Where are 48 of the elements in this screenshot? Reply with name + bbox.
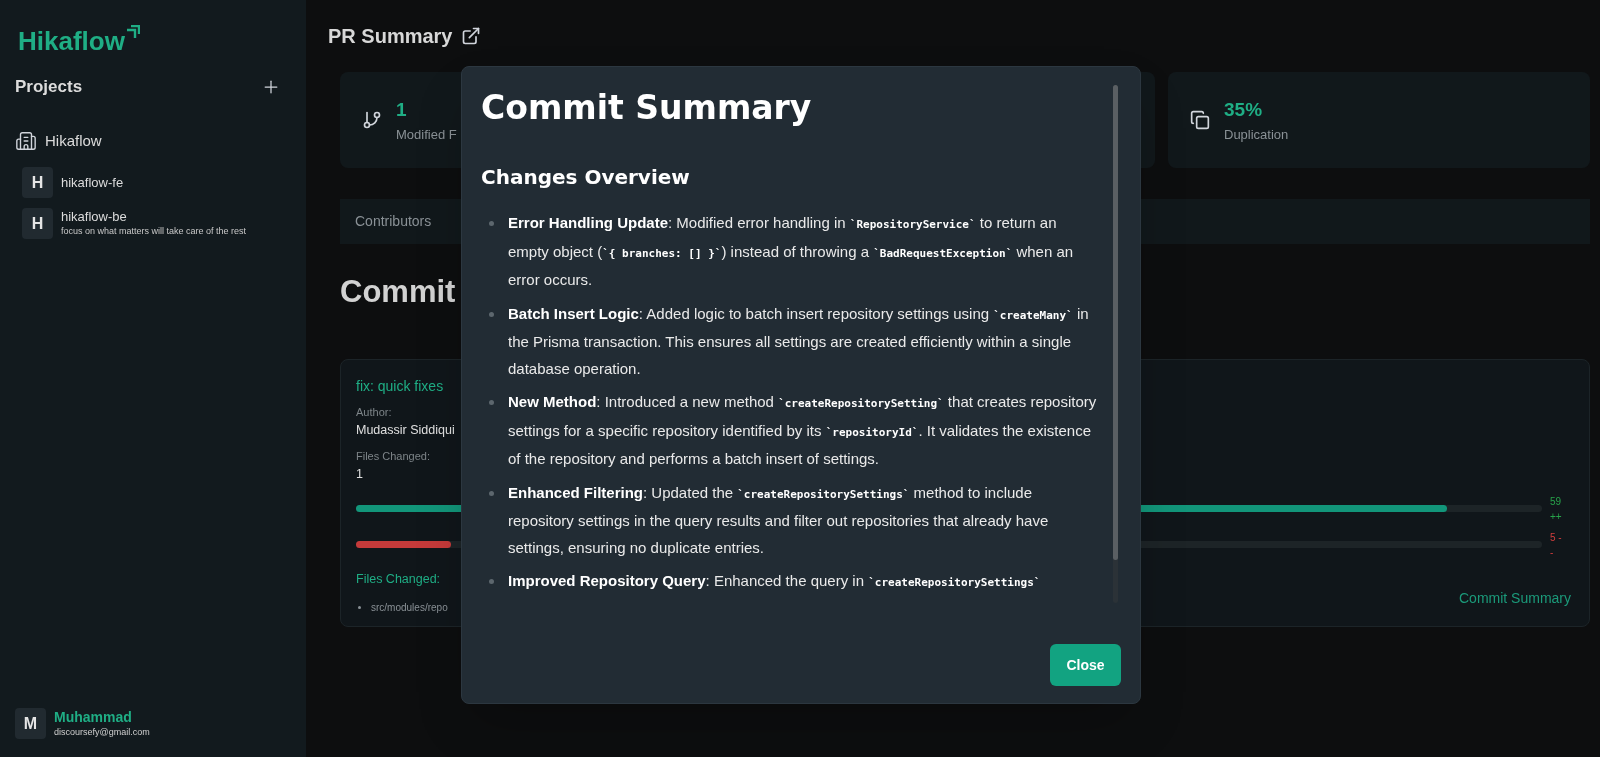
bullet-icon: [489, 311, 494, 317]
change-description: Batch Insert Logic: Added logic to batch insert repository settings using `createMany` in the Prisma transaction. This ensures all settings are created efficiently within a single database operation.: [508, 303, 1090, 379]
repo-name[interactable]: hikaflow-be: [61, 209, 247, 225]
change-count: ++: [1550, 509, 1563, 524]
external-link-icon[interactable]: [460, 26, 481, 46]
commit-summary-link[interactable]: Commit Summary: [1459, 588, 1571, 610]
file-path: src/modules/repo: [371, 601, 448, 616]
repo-name[interactable]: hikaflow-fe: [61, 174, 124, 191]
user-email: discoursefy@gmail.com: [54, 725, 150, 739]
tab[interactable]: Contributors: [355, 211, 432, 232]
user-name: Muhammad: [54, 708, 133, 726]
change-description: New Method: Introduced a new method `createRepositorySetting` that creates repository settings for a specific repository identified by its `repositoryId`. It validates the existence of the repository and performs a batch insert of settings.: [508, 392, 1098, 469]
building-icon: [15, 129, 37, 152]
change-count: -: [1550, 545, 1555, 560]
bullet-icon: [489, 490, 494, 496]
dialog-heading: Changes Overview: [481, 164, 691, 191]
repo-avatar: H: [22, 167, 53, 198]
author-label: Author:: [356, 405, 392, 420]
branch-icon: [362, 110, 382, 130]
bullet-icon: [358, 606, 361, 610]
copy-icon: [1190, 110, 1210, 130]
page-title: PR Summary: [328, 24, 453, 49]
stat-value: 35%: [1224, 98, 1264, 122]
change-description: Error Handling Update: Modified error handling in `RepositoryService` to return an empty object (`{ branches: [] }`) instead of throwing a `BadRequestException` when an error occurs.: [508, 213, 1075, 290]
stat-label: Duplication: [1224, 125, 1289, 144]
stat-value: 1: [396, 98, 408, 122]
files-changed-count: 1: [356, 465, 363, 483]
bullet-icon: [489, 579, 494, 584]
logo[interactable]: Hikaflow: [18, 28, 140, 54]
section-heading: Commit: [340, 273, 456, 311]
files-changed-label: Files Changed:: [356, 449, 430, 465]
author-name: Mudassir Siddiqui: [356, 421, 455, 439]
user-avatar: M: [15, 708, 46, 739]
files-heading: Files Changed:: [356, 570, 441, 588]
change-count: 5 -: [1550, 530, 1563, 545]
change-description: Enhanced Filtering: Updated the `createRepositorySettings` method to include repository settings in the query results and filter out repositories that already have settings, ensuring no duplicate entries.: [508, 482, 1050, 558]
bullet-icon: [489, 221, 494, 226]
repo-avatar: H: [22, 208, 53, 239]
change-description: Improved Repository Query: Enhanced the query in `createRepositorySettings`: [508, 571, 1041, 591]
change-count: 59: [1550, 494, 1563, 509]
repo-description: focus on what matters will take care of the rest: [61, 225, 247, 238]
projects-heading: Projects: [15, 76, 83, 98]
dialog-title: Commit Summary: [481, 87, 813, 129]
bullet-icon: [489, 400, 494, 405]
commit-title[interactable]: fix: quick fixes: [356, 376, 444, 397]
stat-label: Modified F: [396, 125, 457, 144]
arrow-icon: [125, 25, 140, 39]
project-name[interactable]: Hikaflow: [45, 129, 102, 152]
